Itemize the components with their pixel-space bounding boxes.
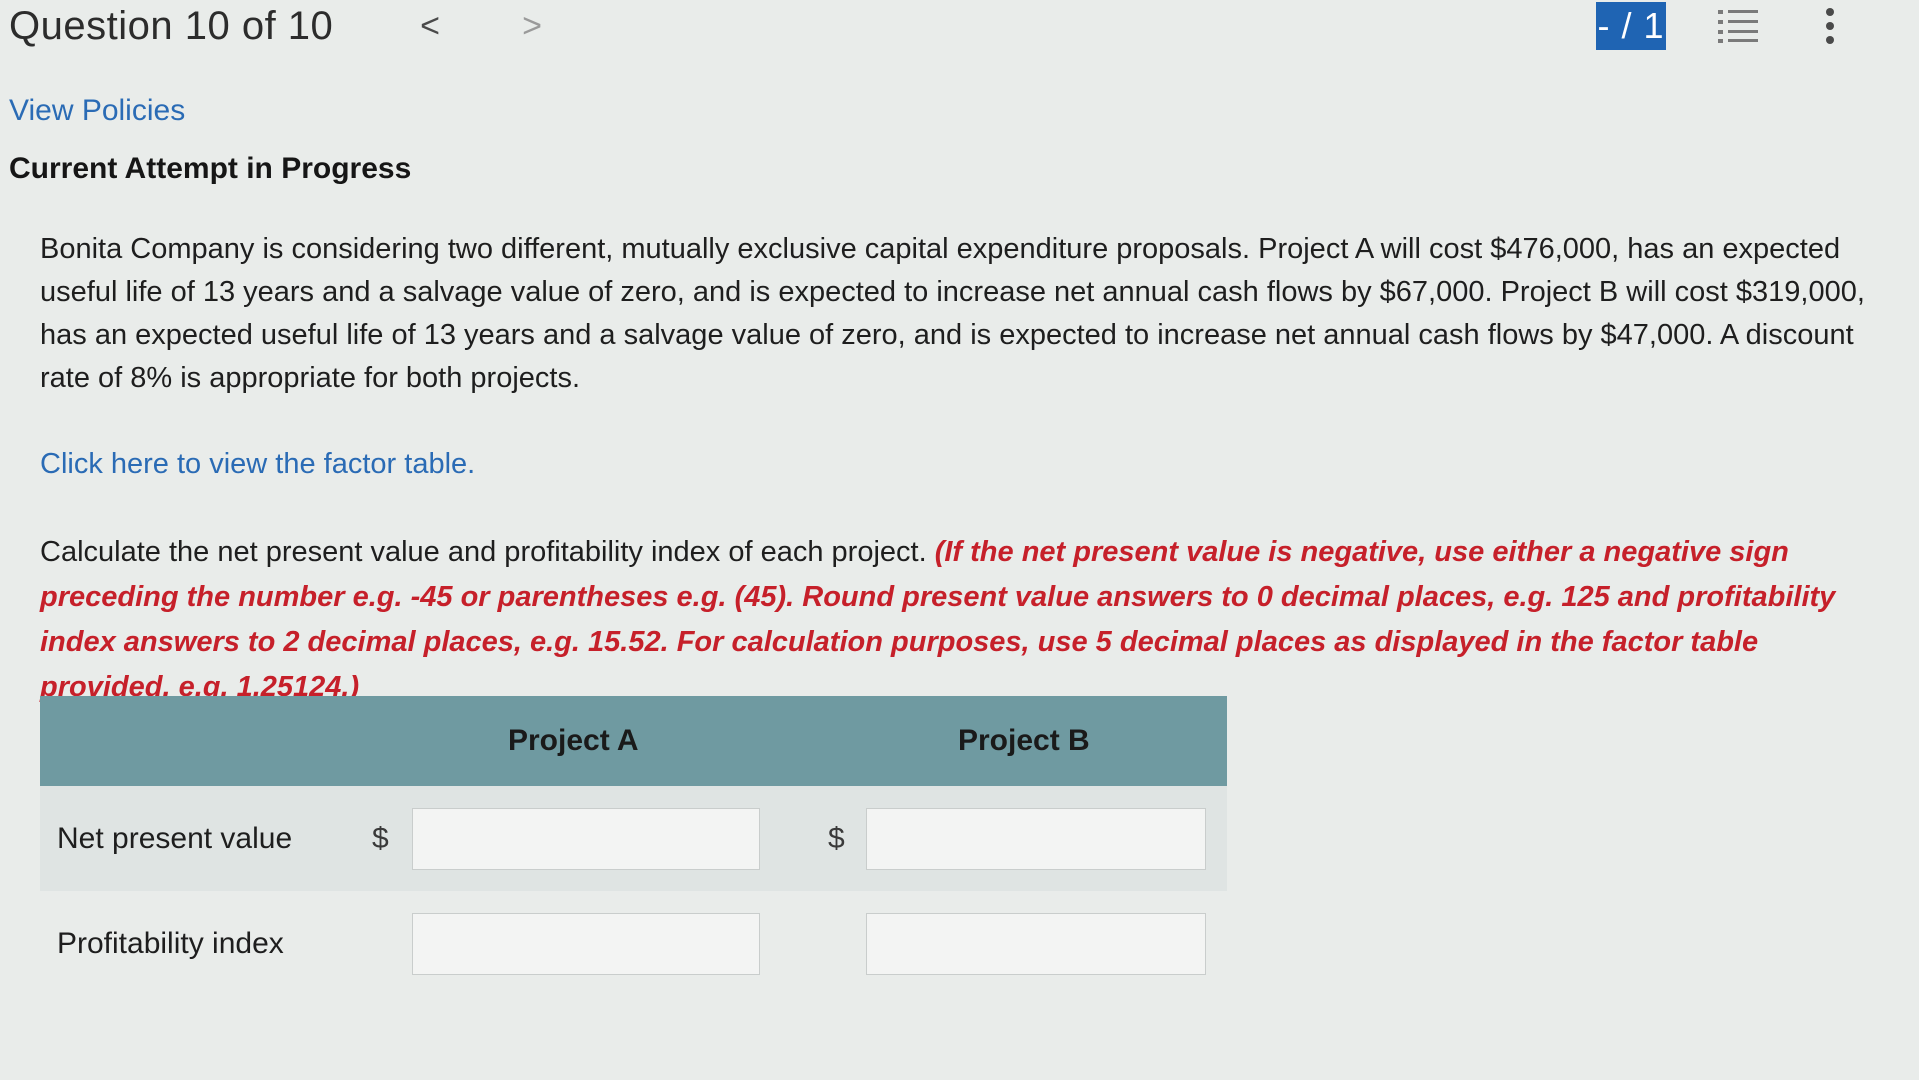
pi-project-a-input[interactable] (412, 913, 760, 975)
table-header: Project A Project B (40, 696, 1227, 786)
currency-symbol: $ (828, 821, 845, 855)
chevron-right-icon: > (522, 6, 542, 45)
npv-project-a-input[interactable] (412, 808, 760, 870)
column-header-project-b: Project B (958, 724, 1090, 757)
npv-project-b-input[interactable] (866, 808, 1206, 870)
score-badge: - / 1 (1596, 2, 1666, 50)
view-policies-link[interactable]: View Policies (9, 94, 185, 128)
instructions: Calculate the net present value and prof… (40, 530, 1870, 710)
list-icon (1718, 10, 1758, 43)
pi-project-b-input[interactable] (866, 913, 1206, 975)
factor-table-link[interactable]: Click here to view the factor table. (40, 448, 475, 481)
problem-statement: Bonita Company is considering two differ… (40, 233, 1865, 394)
question-list-button[interactable] (1716, 6, 1760, 46)
chevron-left-icon: < (420, 6, 440, 45)
currency-symbol: $ (372, 821, 389, 855)
more-vertical-icon (1826, 8, 1834, 44)
attempt-status-heading: Current Attempt in Progress (9, 152, 412, 185)
table-row-profitability-index: Profitability index (40, 891, 1227, 996)
row-label: Profitability index (57, 926, 284, 960)
question-counter: Question 10 of 10 (9, 4, 334, 48)
row-label: Net present value (57, 821, 293, 855)
answer-table: Project A Project B Net present value $ … (40, 696, 1227, 996)
column-header-project-a: Project A (508, 724, 639, 757)
table-row-net-present-value: Net present value $ $ (40, 786, 1227, 891)
next-question-button[interactable]: > (512, 6, 552, 46)
more-options-button[interactable] (1812, 4, 1848, 48)
previous-question-button[interactable]: < (410, 6, 450, 46)
top-bar: Question 10 of 10 < > - / 1 (0, 0, 1919, 56)
instructions-main: Calculate the net present value and prof… (40, 536, 927, 568)
